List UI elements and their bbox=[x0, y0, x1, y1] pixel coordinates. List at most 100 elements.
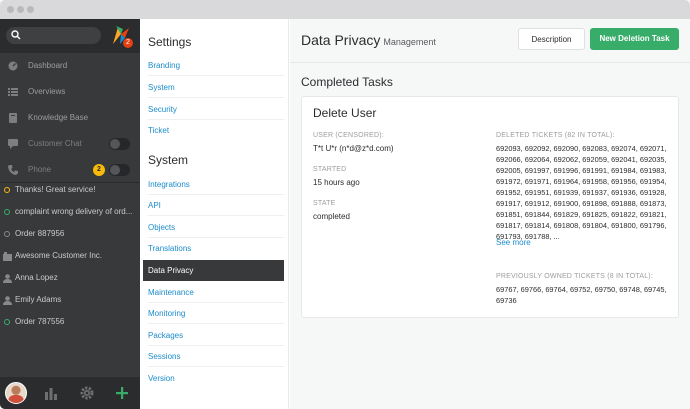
settings-link-security[interactable]: Security bbox=[148, 105, 177, 114]
ticket-line: 69736 bbox=[496, 296, 517, 305]
customer-chat-toggle[interactable] bbox=[109, 138, 130, 150]
nav-item-label: Knowledge Base bbox=[28, 113, 89, 122]
system-link-monitoring[interactable]: Monitoring bbox=[148, 309, 185, 318]
settings-divider bbox=[148, 215, 284, 216]
user-icon bbox=[3, 296, 12, 305]
task-label: Anna Lopez bbox=[15, 273, 58, 282]
nav-item-dashboard[interactable]: Dashboard bbox=[0, 53, 140, 79]
closed-ticket-status-icon bbox=[4, 231, 10, 237]
description-button[interactable]: Description bbox=[518, 28, 585, 50]
settings-divider bbox=[148, 237, 284, 238]
task-label: complaint wrong delivery of ord... bbox=[15, 207, 133, 216]
task-item[interactable]: Awesome Customer Inc. bbox=[0, 245, 140, 267]
system-link-translations[interactable]: Translations bbox=[148, 244, 191, 253]
nav-item-customer-chat[interactable]: Customer Chat bbox=[0, 131, 140, 157]
open-ticket-status-icon bbox=[4, 187, 10, 193]
ticket-line: 69767, 69766, 69764, 69752, 69750, 69748… bbox=[496, 285, 667, 294]
system-link-packages[interactable]: Packages bbox=[148, 331, 183, 340]
task-label: Thanks! Great service! bbox=[15, 185, 96, 194]
header-divider bbox=[290, 62, 690, 63]
page-title-text: Data Privacy bbox=[301, 32, 381, 48]
gear-icon[interactable] bbox=[80, 386, 94, 400]
nav-bottom-bar bbox=[0, 377, 140, 409]
user-value: T*t U*r (n*d@z*d.com) bbox=[313, 144, 394, 153]
organization-icon bbox=[3, 252, 12, 261]
new-ticket-status-icon bbox=[4, 209, 10, 215]
task-item[interactable]: Order 787556 bbox=[0, 311, 140, 333]
list-icon bbox=[8, 88, 18, 96]
search-icon[interactable] bbox=[11, 30, 21, 40]
system-link-version[interactable]: Version bbox=[148, 374, 175, 383]
window-zoom-dot[interactable] bbox=[27, 6, 34, 13]
ticket-line: 691917, 691912, 691900, 691898, 691888, … bbox=[496, 199, 667, 208]
system-link-integrations[interactable]: Integrations bbox=[148, 180, 190, 189]
task-label: Awesome Customer Inc. bbox=[15, 251, 102, 260]
ticket-line: 692005, 691997, 691996, 691991, 691984, … bbox=[496, 166, 667, 175]
chat-icon bbox=[8, 139, 18, 149]
task-label: Order 787556 bbox=[15, 317, 65, 326]
task-item[interactable]: Anna Lopez bbox=[0, 267, 140, 289]
notification-badge: 2 bbox=[123, 38, 133, 48]
settings-link-branding[interactable]: Branding bbox=[148, 61, 180, 70]
task-item[interactable]: complaint wrong delivery of ord... bbox=[0, 201, 140, 223]
settings-divider bbox=[148, 366, 284, 367]
user-icon bbox=[3, 274, 12, 283]
settings-divider bbox=[148, 119, 284, 120]
owned-tickets-list: 69767, 69766, 69764, 69752, 69750, 69748… bbox=[496, 284, 668, 306]
user-avatar[interactable] bbox=[5, 382, 27, 404]
new-deletion-task-button[interactable]: New Deletion Task bbox=[590, 28, 679, 50]
nav-item-label: Overviews bbox=[28, 87, 66, 96]
task-item[interactable]: Emily Adams bbox=[0, 289, 140, 311]
settings-divider bbox=[148, 75, 284, 76]
page-subtitle: Management bbox=[383, 37, 436, 47]
settings-link-ticket[interactable]: Ticket bbox=[148, 126, 169, 135]
settings-divider bbox=[148, 323, 284, 324]
ticket-line: 692093, 692092, 692090, 692083, 692074, … bbox=[496, 144, 667, 153]
state-value: completed bbox=[313, 212, 350, 221]
page-title: Data Privacy Management bbox=[301, 32, 436, 48]
title-bar bbox=[0, 0, 690, 19]
settings-link-system[interactable]: System bbox=[148, 83, 175, 92]
main-content: Data Privacy Management Description New D… bbox=[290, 19, 690, 409]
deleted-tickets-label: DELETED TICKETS (82 IN TOTAL): bbox=[496, 132, 615, 139]
system-link-objects[interactable]: Objects bbox=[148, 223, 175, 232]
completed-tasks-heading: Completed Tasks bbox=[301, 75, 393, 89]
reporting-icon[interactable] bbox=[44, 386, 58, 400]
plus-icon[interactable] bbox=[115, 386, 129, 400]
task-card-title: Delete User bbox=[313, 106, 377, 120]
settings-divider bbox=[148, 194, 284, 195]
deletion-task-card: Delete User USER (CENSORED): T*t U*r (n*… bbox=[301, 96, 679, 318]
window-close-dot[interactable] bbox=[7, 6, 14, 13]
window-minimize-dot[interactable] bbox=[17, 6, 24, 13]
system-link-api[interactable]: API bbox=[148, 201, 161, 210]
app-window: 2 Dashboard Overviews Knowledge Base Cus… bbox=[0, 0, 690, 409]
system-link-sessions[interactable]: Sessions bbox=[148, 352, 180, 361]
system-link-maintenance[interactable]: Maintenance bbox=[148, 288, 194, 297]
search-bar: 2 bbox=[0, 19, 140, 53]
owned-tickets-label: PREVIOUSLY OWNED TICKETS (8 IN TOTAL): bbox=[496, 273, 653, 280]
nav-item-knowledge-base[interactable]: Knowledge Base bbox=[0, 105, 140, 131]
new-ticket-status-icon bbox=[4, 319, 10, 325]
deleted-tickets-list: 692093, 692092, 692090, 692083, 692074, … bbox=[496, 143, 668, 242]
system-heading: System bbox=[148, 153, 189, 167]
user-label: USER (CENSORED): bbox=[313, 132, 384, 139]
task-item[interactable]: Thanks! Great service! bbox=[0, 179, 140, 201]
ticket-line: 692066, 692064, 692062, 692059, 692041, … bbox=[496, 155, 667, 164]
ticket-line: 691817, 691814, 691808, 691804, 691800, … bbox=[496, 221, 667, 230]
settings-divider bbox=[148, 97, 284, 98]
phone-toggle[interactable] bbox=[109, 164, 130, 176]
task-label: Order 887956 bbox=[15, 229, 65, 238]
settings-divider bbox=[148, 345, 284, 346]
dashboard-icon bbox=[8, 61, 18, 71]
system-link-data-privacy[interactable]: Data Privacy bbox=[143, 260, 284, 281]
ticket-line: 691851, 691844, 691829, 691825, 691822, … bbox=[496, 210, 667, 219]
started-label: STARTED bbox=[313, 166, 347, 173]
started-value: 15 hours ago bbox=[313, 178, 360, 187]
nav-item-label: Dashboard bbox=[28, 61, 68, 70]
nav-item-label: Customer Chat bbox=[28, 139, 82, 148]
task-item[interactable]: Order 887956 bbox=[0, 223, 140, 245]
see-more-link[interactable]: See more bbox=[496, 238, 531, 247]
nav-item-overviews[interactable]: Overviews bbox=[0, 79, 140, 105]
avatar-portrait-icon bbox=[7, 385, 25, 403]
ticket-line: 691972, 691971, 691964, 691958, 691956, … bbox=[496, 177, 667, 186]
